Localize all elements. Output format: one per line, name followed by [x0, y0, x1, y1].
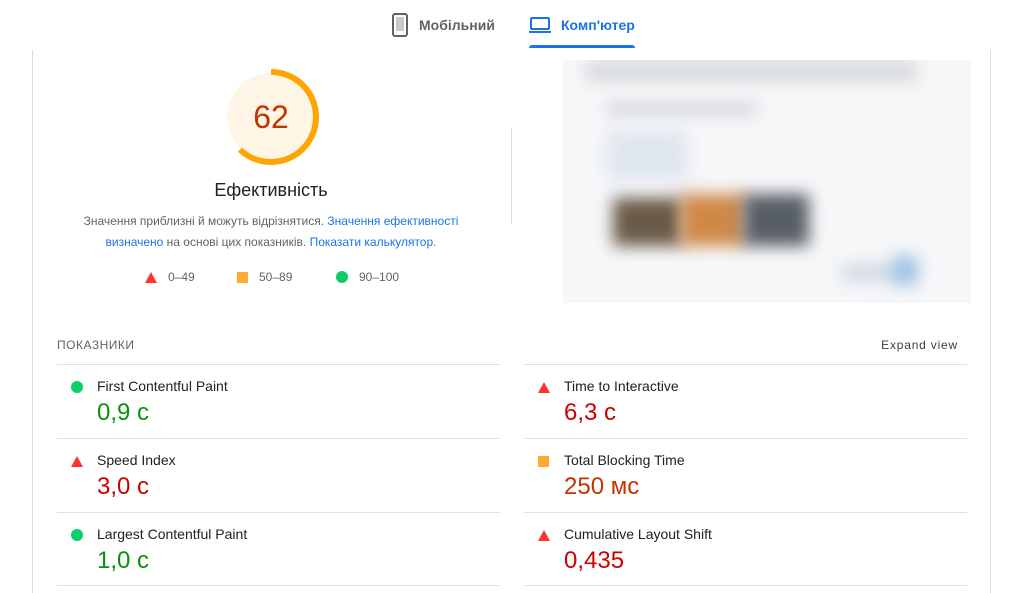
red-triangle-icon: [145, 271, 157, 283]
metric-value: 0,9 с: [97, 399, 150, 426]
performance-score: 62: [253, 98, 289, 135]
metric-value: 250 мс: [564, 473, 640, 500]
metric-name: Speed Index: [97, 452, 176, 468]
legend-item-average: 50–89: [237, 270, 292, 284]
metric-total-blocking-time: Total Blocking Time 250 мс: [524, 439, 964, 513]
metric-cumulative-layout-shift: Cumulative Layout Shift 0,435: [524, 513, 964, 587]
card-border: [32, 50, 33, 593]
metric-value: 1,0 с: [97, 547, 150, 574]
metric-name: Total Blocking Time: [564, 452, 685, 468]
row-divider: [524, 585, 967, 586]
calculator-link[interactable]: Показати калькулятор: [310, 235, 434, 249]
device-tabs: Мобільний Комп'ютер: [0, 0, 1014, 50]
orange-square-icon: [237, 271, 248, 283]
legend-item-fail: 0–49: [145, 270, 195, 284]
tab-desktop-label: Комп'ютер: [561, 17, 635, 33]
page-screenshot: [563, 60, 971, 303]
green-circle-icon: [336, 271, 348, 283]
green-circle-icon: [71, 380, 83, 393]
legend-range: 50–89: [259, 270, 293, 284]
red-triangle-icon: [538, 380, 550, 393]
metric-largest-contentful-paint: Largest Contentful Paint 1,0 с: [57, 513, 497, 587]
metric-value: 3,0 с: [97, 473, 150, 500]
metric-name: Time to Interactive: [564, 378, 679, 394]
tab-mobile[interactable]: Мобільний: [391, 0, 495, 50]
metrics-header: ПОКАЗНИКИ: [57, 338, 135, 352]
tab-desktop[interactable]: Комп'ютер: [529, 0, 635, 50]
laptop-icon: [529, 17, 551, 33]
vertical-divider: [511, 128, 512, 224]
tab-mobile-label: Мобільний: [419, 17, 495, 33]
metric-first-contentful-paint: First Contentful Paint 0,9 с: [57, 365, 497, 439]
note-text: .: [433, 235, 437, 249]
score-note: Значення приблизні й можуть відрізнятися…: [70, 211, 472, 253]
score-legend: 0–49 50–89 90–100: [0, 270, 542, 288]
metric-name: First Contentful Paint: [97, 378, 228, 394]
metric-speed-index: Speed Index 3,0 с: [57, 439, 497, 513]
metric-value: 0,435: [564, 547, 625, 574]
smartphone-icon: [392, 13, 408, 37]
card-border: [990, 50, 991, 593]
row-divider: [57, 585, 500, 586]
legend-item-pass: 90–100: [336, 270, 399, 284]
performance-title: Ефективність: [214, 180, 328, 200]
red-triangle-icon: [71, 454, 83, 467]
green-circle-icon: [71, 528, 83, 541]
note-text: Значення приблизні й можуть відрізнятися…: [83, 214, 328, 228]
metric-value: 6,3 с: [564, 399, 617, 426]
metric-name: Cumulative Layout Shift: [564, 526, 712, 542]
red-triangle-icon: [538, 528, 550, 541]
expand-view-button[interactable]: Expand view: [881, 338, 958, 352]
legend-range: 0–49: [168, 270, 195, 284]
orange-square-icon: [538, 454, 550, 467]
note-text: на основі цих показників.: [163, 235, 310, 249]
metric-time-to-interactive: Time to Interactive 6,3 с: [524, 365, 964, 439]
legend-range: 90–100: [359, 270, 400, 284]
metric-name: Largest Contentful Paint: [97, 526, 248, 542]
